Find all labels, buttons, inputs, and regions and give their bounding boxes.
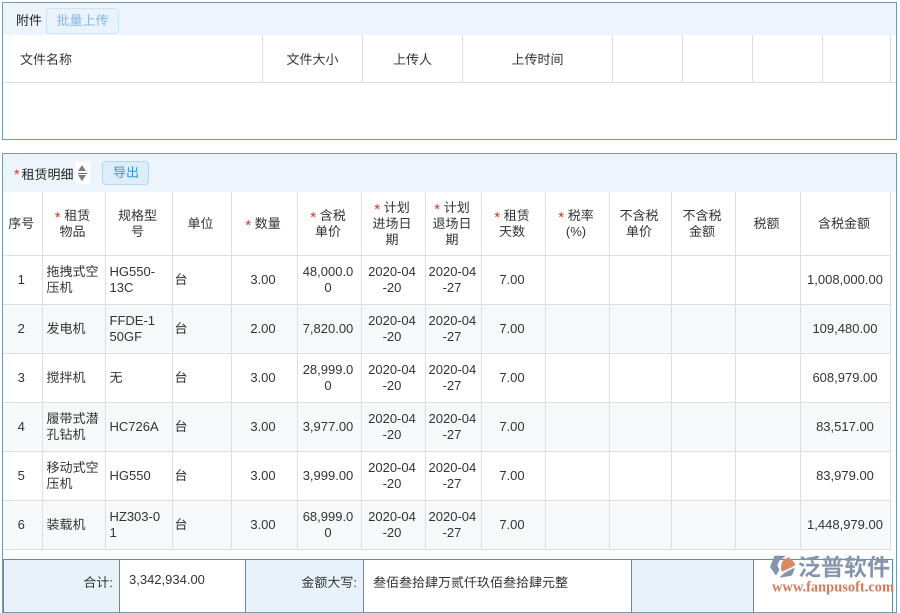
svg-text:www.fanpusoft.com: www.fanpusoft.com [772, 580, 894, 596]
svg-text:泛普软件: 泛普软件 [798, 549, 890, 583]
